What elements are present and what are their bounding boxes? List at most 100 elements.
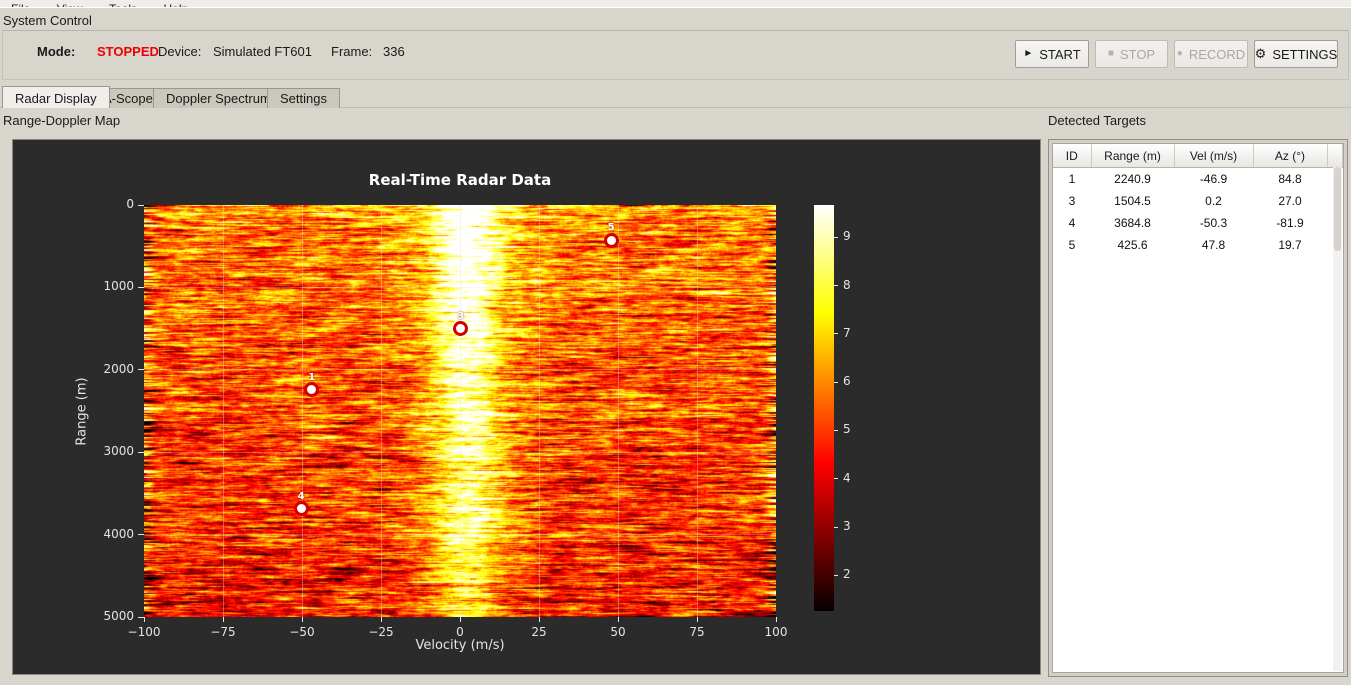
x-tick-label: 0	[456, 625, 464, 639]
mode-value: STOPPED	[97, 44, 159, 59]
table-cell: 19.7	[1278, 238, 1302, 252]
column-header[interactable]: Az (°)	[1253, 144, 1328, 168]
y-tick-label: 5000	[103, 609, 134, 623]
target-marker-label: 4	[297, 490, 305, 502]
menu-tools[interactable]: Tools	[98, 0, 148, 7]
tab-radar-display[interactable]: Radar Display	[2, 86, 110, 108]
table-cell: 84.8	[1278, 172, 1302, 186]
settings-button[interactable]: ⚙ SETTINGS	[1254, 40, 1338, 68]
table-row[interactable]: 3 1504.5 0.2 27.0	[1053, 190, 1343, 212]
colorbar-tick-mark	[834, 526, 838, 528]
colorbar-tick-label: 5	[843, 422, 851, 437]
menu-bar: File View Tools Help	[0, 0, 1351, 8]
x-tick-label: −50	[289, 625, 315, 639]
colorbar-tick-label: 2	[843, 567, 851, 582]
gridline-vertical	[459, 205, 461, 617]
colorbar-tick-mark	[834, 333, 838, 335]
tab-settings[interactable]: Settings	[267, 88, 340, 108]
y-tick-label: 1000	[103, 279, 134, 294]
column-header[interactable]: Vel (m/s)	[1174, 144, 1254, 168]
colorbar-tick-mark	[834, 236, 838, 238]
x-tick-label: 100	[764, 625, 788, 639]
table-cell: 3684.8	[1114, 216, 1151, 230]
table-cell: -50.3	[1199, 216, 1228, 230]
frame-value: 336	[383, 44, 405, 59]
colorbar-tick-label: 6	[843, 374, 851, 389]
frame-label: Frame:	[331, 44, 373, 59]
table-cell: 4	[1068, 216, 1076, 230]
gridline-vertical	[617, 205, 619, 617]
gridline-vertical	[301, 205, 303, 617]
colorbar-tick-mark	[834, 574, 838, 576]
x-tick-label: 50	[610, 625, 626, 639]
y-tick-mark	[138, 204, 144, 206]
record-button[interactable]: ● RECORD	[1174, 40, 1248, 68]
table-cell: 27.0	[1278, 194, 1302, 208]
colorbar	[814, 205, 834, 611]
tab-doppler-spectrum[interactable]: Doppler Spectrum	[153, 88, 284, 108]
colorbar-tick-label: 9	[843, 229, 851, 244]
colorbar-tick-label: 8	[843, 277, 851, 292]
detected-targets-table-container: ID Range (m) Vel (m/s) Az (°) 1 2240.9 -46.9 8…	[1052, 143, 1344, 673]
table-cell: -81.9	[1276, 216, 1304, 230]
gridline-vertical	[380, 205, 382, 617]
table-cell: 1	[1068, 172, 1076, 186]
colorbar-tick-label: 7	[843, 325, 851, 340]
x-tick-label: −25	[368, 625, 394, 639]
detected-targets-label: Detected Targets	[1048, 113, 1147, 128]
column-header[interactable]: ID	[1053, 144, 1092, 168]
system-control-group-title: System Control	[3, 13, 92, 28]
x-tick-label: −75	[210, 625, 236, 639]
detected-targets-panel: ID Range (m) Vel (m/s) Az (°) 1 2240.9 -46.9 8…	[1048, 139, 1348, 677]
x-tick-mark	[696, 617, 698, 622]
x-tick-mark	[775, 617, 777, 622]
table-scrollbar[interactable]	[1333, 167, 1342, 671]
y-tick-label: 3000	[103, 444, 134, 459]
target-marker	[293, 501, 309, 517]
x-tick-label: 75	[689, 625, 705, 639]
gridline-vertical	[696, 205, 698, 617]
target-marker-label: 5	[607, 222, 615, 234]
tab-bar: Radar Display A-Scope Doppler Spectrum S…	[0, 86, 1351, 108]
y-tick-mark	[138, 616, 144, 618]
menu-view[interactable]: View	[46, 0, 94, 7]
start-button[interactable]: ► START	[1015, 40, 1089, 68]
plot-title: Real-Time Radar Data	[368, 171, 552, 189]
y-tick-label: 0	[126, 197, 134, 211]
gridline-horizontal	[144, 369, 776, 371]
range-doppler-map-label: Range-Doppler Map	[3, 113, 121, 128]
colorbar-tick-label: 3	[843, 519, 851, 533]
stop-icon: ■	[1107, 48, 1114, 59]
play-icon: ►	[1023, 48, 1034, 59]
table-cell: 1504.5	[1114, 194, 1151, 208]
colorbar-tick-mark	[834, 429, 838, 431]
y-tick-label: 2000	[103, 361, 134, 376]
table-row[interactable]: 5 425.6 47.8 19.7	[1053, 234, 1343, 256]
x-tick-mark	[617, 617, 619, 622]
table-row[interactable]: 4 3684.8 -50.3 -81.9	[1053, 212, 1343, 234]
menu-file[interactable]: File	[0, 0, 41, 7]
table-row[interactable]: 1 2240.9 -46.9 84.8	[1053, 168, 1343, 191]
gridline-horizontal	[144, 451, 776, 453]
table-header-row[interactable]: ID Range (m) Vel (m/s) Az (°)	[1053, 144, 1343, 168]
device-label: Device:	[158, 44, 202, 59]
column-header-filler	[1327, 144, 1343, 168]
table-cell: 0.2	[1205, 194, 1222, 208]
menu-help[interactable]: Help	[153, 0, 200, 7]
column-header[interactable]: Range (m)	[1091, 144, 1175, 168]
target-marker-label: 1	[308, 371, 316, 383]
mode-label: Mode:	[37, 44, 76, 59]
x-tick-mark	[459, 617, 461, 622]
system-control-toolbar: Mode: STOPPED Device: Simulated FT601 Fr…	[2, 30, 1349, 80]
table-scrollbar-thumb[interactable]	[1334, 167, 1341, 251]
x-tick-mark	[143, 617, 145, 622]
target-marker-label: 3	[457, 310, 465, 322]
table-cell: 3	[1068, 194, 1076, 208]
range-doppler-plot-panel: Real-Time Radar Data Velocity (m/s) Rang…	[12, 139, 1041, 675]
target-marker	[603, 232, 619, 248]
table-cell: 5	[1068, 238, 1076, 252]
x-tick-label: −100	[127, 625, 161, 639]
table-cell: -46.9	[1199, 172, 1228, 186]
stop-button[interactable]: ■ STOP	[1095, 40, 1168, 68]
detected-targets-table: ID Range (m) Vel (m/s) Az (°) 1 2240.9 -46.9 8…	[1053, 144, 1343, 256]
